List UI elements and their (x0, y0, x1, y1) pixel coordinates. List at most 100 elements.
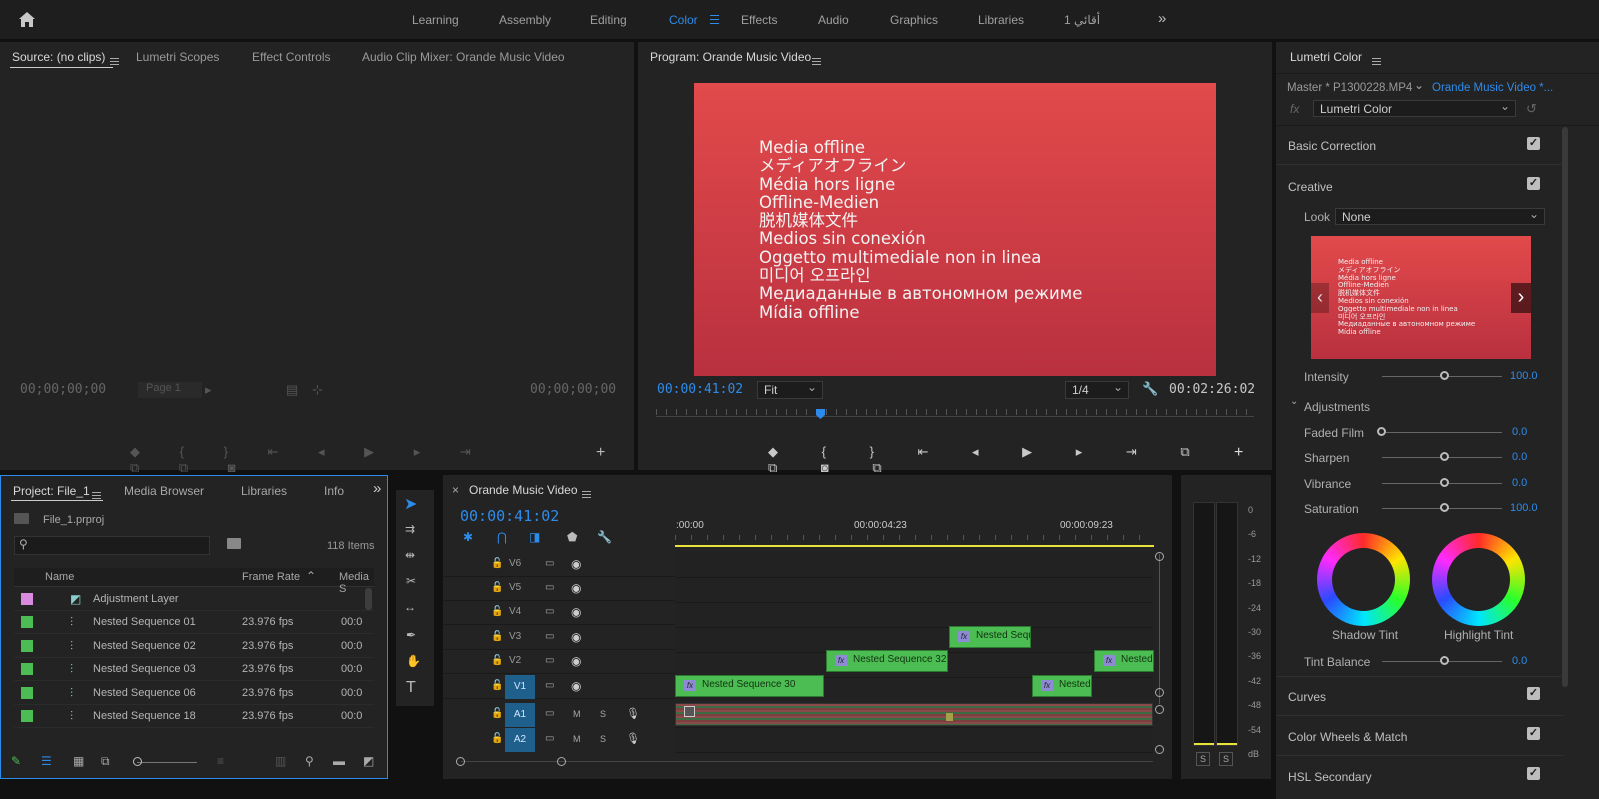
ripple-edit-tool-icon[interactable]: ⇹ (405, 548, 415, 562)
eye-icon[interactable]: ◉ (571, 630, 581, 644)
hand-tool-icon[interactable]: ✋ (406, 654, 421, 668)
reset-icon[interactable]: ↺ (1526, 101, 1537, 117)
solo-button[interactable]: S (600, 709, 606, 719)
timeline-timecode[interactable]: 00:00:41:02 (460, 507, 559, 525)
track-label[interactable]: V1 (505, 675, 535, 699)
sharpen-value[interactable]: 0.0 (1512, 451, 1527, 463)
track-label[interactable]: V3 (509, 631, 521, 642)
label-color-swatch[interactable] (21, 616, 33, 629)
freeform-view-icon[interactable]: ⧉ (101, 754, 110, 769)
intensity-value[interactable]: 100.0 (1510, 370, 1538, 382)
project-search-input[interactable]: ⚲ (14, 536, 210, 555)
lock-icon[interactable]: 🔓 (491, 606, 503, 617)
automate-icon[interactable]: ▥ (275, 754, 286, 768)
mic-icon[interactable]: 🎙 (626, 732, 640, 745)
list-item[interactable]: ⫶ Nested Sequence 01 23.976 fps 00:0 (14, 611, 374, 635)
list-item[interactable]: ◩ Adjustment Layer (14, 588, 374, 611)
eye-icon[interactable]: ◉ (571, 557, 581, 571)
track-label[interactable]: V2 (509, 655, 521, 666)
lumetri-scrollbar[interactable] (1562, 127, 1568, 687)
mic-icon[interactable]: 🎙 (626, 707, 640, 720)
source-menu-icon[interactable] (110, 58, 119, 66)
timeline-title[interactable]: Orande Music Video (469, 483, 578, 497)
timeline-menu-icon[interactable] (582, 491, 591, 499)
program-title[interactable]: Program: Orande Music Video (650, 50, 811, 64)
sync-icon[interactable]: ▭ (545, 733, 554, 744)
track-label[interactable]: A1 (505, 703, 535, 727)
workspace-audio[interactable]: Audio (818, 13, 849, 27)
audio-clip-a1[interactable] (675, 703, 1153, 726)
list-item[interactable]: ⫶ Nested Sequence 18 23.976 fps 00:0 (14, 705, 374, 728)
play-icon[interactable]: ▸ (205, 382, 212, 398)
source-add-button[interactable]: + (596, 445, 605, 461)
fit-select[interactable]: Fit (757, 379, 823, 399)
track-select-tool-icon[interactable]: ⇉ (405, 522, 415, 536)
mute-button[interactable]: M (573, 709, 581, 719)
track-label[interactable]: V6 (509, 558, 521, 569)
list-item[interactable]: ⫶ Nested Sequence 02 23.976 fps 00:0 (14, 635, 374, 658)
solo-left-button[interactable]: S (1196, 752, 1210, 766)
workspace-libraries[interactable]: Libraries (978, 13, 1024, 27)
highlight-tint-wheel[interactable] (1432, 533, 1525, 626)
saturation-value[interactable]: 100.0 (1510, 502, 1538, 514)
lock-icon[interactable]: 🔓 (491, 631, 503, 642)
sync-icon[interactable]: ▭ (545, 680, 554, 691)
tab-media-browser[interactable]: Media Browser (124, 484, 204, 498)
workspace-assembly[interactable]: Assembly (499, 13, 551, 27)
col-name[interactable]: Name (45, 571, 74, 583)
magnet-icon[interactable]: ⋂ (497, 530, 507, 544)
list-item[interactable]: ⫶ Nested Sequence 06 23.976 fps 00:0 (14, 682, 374, 705)
v-scroll-bottom[interactable] (1155, 688, 1164, 697)
clip-v2-a[interactable]: fx Nested Sequence 32 (826, 650, 948, 672)
track-label[interactable]: V5 (509, 582, 521, 593)
panel-overflow-icon[interactable]: » (373, 480, 381, 497)
home-icon[interactable] (18, 11, 36, 28)
sort-asc-icon[interactable]: ⌃ (306, 569, 316, 583)
workspace-menu-icon[interactable] (710, 15, 719, 24)
eye-icon[interactable]: ◉ (571, 581, 581, 595)
hsl-checkbox[interactable]: ✓ (1527, 767, 1540, 780)
solo-right-button[interactable]: S (1219, 752, 1233, 766)
faded-film-value[interactable]: 0.0 (1512, 426, 1527, 438)
mute-button[interactable]: M (573, 734, 581, 744)
sort-icon[interactable]: ≡ (217, 754, 224, 768)
sharpen-knob[interactable] (1440, 452, 1449, 461)
v-scroll-top[interactable] (1155, 552, 1164, 561)
vibrance-value[interactable]: 0.0 (1512, 477, 1527, 489)
audio-keyframe[interactable] (946, 713, 953, 721)
close-sequence-icon[interactable]: × (452, 483, 459, 497)
tab-source[interactable]: Source: (no clips) (12, 50, 105, 64)
pen-tool-icon[interactable]: ✒ (406, 628, 416, 642)
lock-icon[interactable]: 🔓 (491, 582, 503, 593)
source-timecode-in[interactable]: 00;00;00;00 (20, 382, 106, 397)
intensity-knob[interactable] (1440, 371, 1449, 380)
tab-libraries[interactable]: Libraries (241, 484, 287, 498)
lock-icon[interactable]: 🔓 (491, 655, 503, 666)
sequence-clip-label[interactable]: Orande Music Video *... (1432, 82, 1553, 94)
sync-icon[interactable]: ▭ (545, 606, 554, 617)
h-scroll-left[interactable] (456, 757, 465, 766)
lock-icon[interactable]: 🔓 (491, 733, 503, 744)
workspace-graphics[interactable]: Graphics (890, 13, 938, 27)
workspace-color[interactable]: Color (669, 13, 698, 27)
label-color-swatch[interactable] (21, 710, 33, 722)
a-scroll-bottom[interactable] (1155, 745, 1164, 754)
icon-view-icon[interactable]: ▦ (73, 754, 84, 768)
zoom-slider[interactable] (137, 762, 197, 763)
timeline-settings-icon[interactable]: 🔧 (597, 530, 612, 544)
lock-icon[interactable]: 🔓 (491, 708, 503, 719)
tab-effect-controls[interactable]: Effect Controls (252, 50, 330, 64)
track-label[interactable]: A2 (505, 728, 535, 752)
clip-v3[interactable]: fx Nested Sequ (949, 626, 1031, 648)
program-timecode[interactable]: 00:00:41:02 (657, 382, 743, 397)
tab-lumetri-scopes[interactable]: Lumetri Scopes (136, 50, 219, 64)
workspace-learning[interactable]: Learning (412, 13, 459, 27)
workspace-effects[interactable]: Effects (741, 13, 777, 27)
tab-info[interactable]: Info (324, 484, 344, 498)
curves-header[interactable]: Curves (1288, 690, 1326, 704)
sync-icon[interactable]: ▭ (545, 558, 554, 569)
slip-tool-icon[interactable]: ↔ (404, 600, 416, 614)
h-scroll-right[interactable] (557, 757, 566, 766)
master-chevron-icon[interactable]: ⌄ (1414, 78, 1424, 92)
find-icon[interactable]: ⚲ (305, 754, 314, 768)
